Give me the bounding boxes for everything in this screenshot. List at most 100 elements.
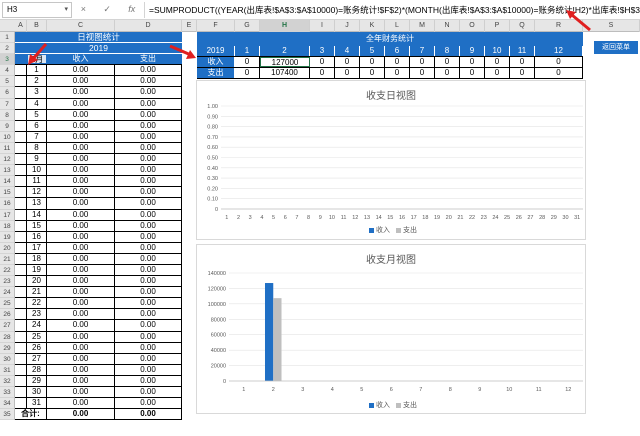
day-cell[interactable]: 13 bbox=[27, 198, 47, 209]
annual-income-cell[interactable]: 0 bbox=[510, 57, 535, 67]
row-header-28[interactable]: 28 bbox=[0, 332, 14, 343]
income-cell[interactable]: 0.00 bbox=[47, 342, 115, 353]
expense-cell[interactable]: 0.00 bbox=[115, 309, 182, 320]
column-header-c[interactable]: C bbox=[47, 20, 115, 32]
expense-cell[interactable]: 0.00 bbox=[115, 209, 182, 220]
row-header-35[interactable]: 35 bbox=[0, 409, 14, 421]
row-header-5[interactable]: 5 bbox=[0, 76, 14, 88]
day-cell[interactable]: 11 bbox=[27, 176, 47, 187]
income-cell[interactable]: 0.00 bbox=[47, 198, 115, 209]
row-header-30[interactable]: 30 bbox=[0, 354, 14, 365]
expense-cell[interactable]: 0.00 bbox=[115, 109, 182, 120]
day-cell[interactable]: 19 bbox=[27, 264, 47, 276]
column-header-m[interactable]: M bbox=[410, 20, 435, 32]
name-box[interactable]: H3 ▾ bbox=[2, 1, 72, 18]
annual-income-cell[interactable]: 0 bbox=[535, 57, 583, 67]
enter-icon[interactable]: ✓ bbox=[103, 4, 111, 15]
income-cell[interactable]: 0.00 bbox=[47, 398, 115, 409]
daily-year[interactable]: 2019 bbox=[15, 43, 182, 55]
expense-cell[interactable]: 0.00 bbox=[115, 253, 182, 264]
annual-income-cell[interactable]: 0 bbox=[385, 57, 410, 67]
column-header-k[interactable]: K bbox=[360, 20, 385, 32]
row-header-1[interactable]: 1 bbox=[0, 32, 14, 44]
income-cell[interactable]: 0.00 bbox=[47, 165, 115, 176]
day-cell[interactable]: 31 bbox=[27, 398, 47, 409]
annual-year[interactable]: 2019 bbox=[197, 46, 235, 56]
day-cell[interactable]: 17 bbox=[27, 242, 47, 253]
annual-income-cell[interactable]: 0 bbox=[410, 57, 435, 67]
expense-cell[interactable]: 0.00 bbox=[115, 87, 182, 98]
day-cell[interactable]: 2 bbox=[27, 76, 47, 87]
income-cell[interactable]: 0.00 bbox=[47, 375, 115, 386]
bar-income[interactable] bbox=[264, 283, 274, 381]
row-header-23[interactable]: 23 bbox=[0, 276, 14, 288]
row-header-21[interactable]: 21 bbox=[0, 254, 14, 265]
income-cell[interactable]: 0.00 bbox=[47, 120, 115, 131]
row-header-24[interactable]: 24 bbox=[0, 287, 14, 299]
row-header-17[interactable]: 17 bbox=[0, 210, 14, 221]
income-cell[interactable]: 0.00 bbox=[47, 309, 115, 320]
day-cell[interactable]: 27 bbox=[27, 353, 47, 364]
column-header-q[interactable]: Q bbox=[510, 20, 535, 32]
annual-income-cell[interactable]: 0 bbox=[335, 57, 360, 67]
annual-income-cell[interactable]: 0 bbox=[435, 57, 460, 67]
expense-cell[interactable]: 0.00 bbox=[115, 276, 182, 287]
expense-cell[interactable]: 0.00 bbox=[115, 353, 182, 364]
income-cell[interactable]: 0.00 bbox=[47, 87, 115, 98]
expense-cell[interactable]: 0.00 bbox=[115, 398, 182, 409]
expense-cell[interactable]: 0.00 bbox=[115, 364, 182, 375]
expense-cell[interactable]: 0.00 bbox=[115, 387, 182, 398]
row-header-15[interactable]: 15 bbox=[0, 187, 14, 199]
row-header-26[interactable]: 26 bbox=[0, 309, 14, 321]
day-cell[interactable]: 22 bbox=[27, 298, 47, 309]
expense-cell[interactable]: 0.00 bbox=[115, 120, 182, 131]
income-cell[interactable]: 0.00 bbox=[47, 242, 115, 253]
annual-expense-cell[interactable]: 0 bbox=[535, 68, 583, 78]
bar-expense[interactable] bbox=[273, 298, 282, 381]
column-header-a[interactable]: A bbox=[15, 20, 27, 32]
expense-cell[interactable]: 0.00 bbox=[115, 165, 182, 176]
row-header-13[interactable]: 13 bbox=[0, 165, 14, 177]
annual-expense-cell[interactable]: 0 bbox=[460, 68, 485, 78]
row-header-19[interactable]: 19 bbox=[0, 232, 14, 243]
row-header-11[interactable]: 11 bbox=[0, 143, 14, 155]
column-header-b[interactable]: B bbox=[27, 20, 47, 32]
annual-income-cell[interactable]: 0 bbox=[360, 57, 385, 67]
expense-cell[interactable]: 0.00 bbox=[115, 231, 182, 242]
annual-income-cell[interactable]: 0 bbox=[235, 57, 260, 67]
fx-icon[interactable]: fx bbox=[128, 4, 135, 15]
income-cell[interactable]: 0.00 bbox=[47, 98, 115, 109]
column-header-f[interactable]: F bbox=[197, 20, 235, 32]
expense-cell[interactable]: 0.00 bbox=[115, 65, 182, 76]
day-cell[interactable]: 9 bbox=[27, 154, 47, 165]
row-header-9[interactable]: 9 bbox=[0, 121, 14, 132]
annual-expense-cell[interactable]: 0 bbox=[360, 68, 385, 78]
formula-input[interactable]: =SUMPRODUCT((YEAR(出库表!$A$3:$A$10000)=账务统… bbox=[144, 1, 640, 18]
expense-cell[interactable]: 0.00 bbox=[115, 264, 182, 276]
expense-cell[interactable]: 0.00 bbox=[115, 220, 182, 231]
annual-income-cell[interactable]: 127000 bbox=[260, 57, 310, 67]
row-header-22[interactable]: 22 bbox=[0, 265, 14, 277]
row-header-34[interactable]: 34 bbox=[0, 398, 14, 410]
expense-cell[interactable]: 0.00 bbox=[115, 287, 182, 298]
day-cell[interactable]: 12 bbox=[27, 187, 47, 198]
day-cell[interactable]: 21 bbox=[27, 287, 47, 298]
column-header-g[interactable]: G bbox=[235, 20, 260, 32]
row-header-6[interactable]: 6 bbox=[0, 87, 14, 99]
day-cell[interactable]: 8 bbox=[27, 142, 47, 154]
day-cell[interactable]: 10 bbox=[27, 165, 47, 176]
column-header-p[interactable]: P bbox=[485, 20, 510, 32]
row-header-14[interactable]: 14 bbox=[0, 176, 14, 188]
chevron-down-icon[interactable]: ▾ bbox=[64, 3, 68, 17]
income-cell[interactable]: 0.00 bbox=[47, 320, 115, 331]
day-cell[interactable]: 30 bbox=[27, 387, 47, 398]
expense-cell[interactable]: 0.00 bbox=[115, 176, 182, 187]
annual-expense-cell[interactable]: 0 bbox=[485, 68, 510, 78]
day-cell[interactable]: 1 bbox=[27, 65, 47, 76]
column-header-e[interactable]: E bbox=[182, 20, 197, 32]
annual-expense-cell[interactable]: 0 bbox=[335, 68, 360, 78]
income-cell[interactable]: 0.00 bbox=[47, 109, 115, 120]
annual-expense-cell[interactable]: 0 bbox=[310, 68, 335, 78]
day-cell[interactable]: 24 bbox=[27, 320, 47, 331]
day-cell[interactable]: 26 bbox=[27, 342, 47, 353]
